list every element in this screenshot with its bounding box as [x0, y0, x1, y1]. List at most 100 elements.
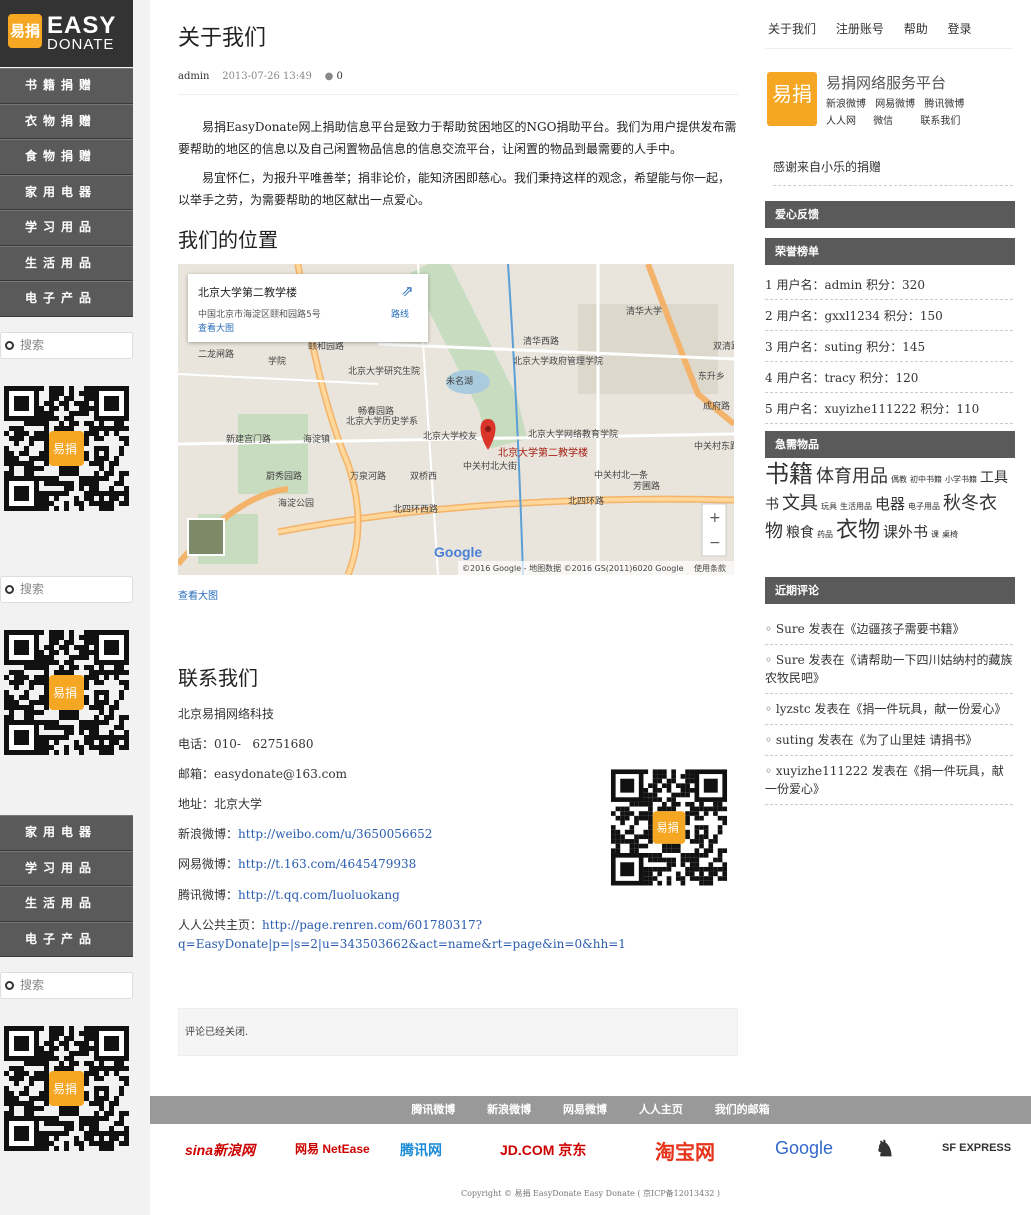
zoom-out-button[interactable]: − — [709, 535, 721, 551]
tencent-link[interactable]: http://t.qq.com/luoluokang — [238, 888, 400, 902]
tag-link[interactable]: 衣物 — [836, 518, 880, 543]
wechat-share[interactable]: 微信 — [873, 116, 893, 127]
search-input[interactable]: 搜索 — [0, 576, 133, 603]
tag-link[interactable]: 小学书籍 — [945, 475, 977, 484]
search-input[interactable]: 搜索 — [0, 972, 133, 999]
renren-row: 人人公共主页：http://page.renren.com/601780317? — [178, 918, 483, 932]
divider — [178, 94, 738, 95]
rank-item: 1 用户名：admin 积分：320 — [765, 276, 1013, 300]
nav-register[interactable]: 注册账号 — [836, 22, 884, 36]
netease-link[interactable]: http://t.163.com/4645479938 — [238, 857, 416, 871]
map-pin-label: 北京大学第二教学楼 — [498, 446, 588, 459]
rank-item: 5 用户名：xuyizhe111222 积分：110 — [765, 400, 1013, 424]
google-logo[interactable]: Google — [775, 1138, 833, 1159]
view-larger-map-link[interactable]: 查看大图 — [178, 587, 218, 602]
nav-help[interactable]: 帮助 — [904, 22, 928, 36]
qq-logo[interactable]: 腾讯网 — [400, 1140, 442, 1160]
renren-row-cont: q=EasyDonate|p=|s=2|u=343503662&act=name… — [178, 937, 626, 951]
footer-link-email[interactable]: 我们的邮箱 — [715, 1103, 770, 1116]
menu-item-clothes[interactable]: 衣物捐赠 — [0, 103, 133, 139]
menu-item-appliances[interactable]: 家用电器 — [0, 815, 133, 851]
tag-link[interactable]: 生活用品 — [840, 502, 872, 511]
recent-comment-item[interactable]: ◦ suting 发表在《为了山里娃 请捐书》 — [765, 725, 1013, 756]
menu-item-study[interactable]: 学习用品 — [0, 210, 133, 246]
nav-about[interactable]: 关于我们 — [768, 22, 816, 36]
map-label: 新建宫门路 — [226, 433, 271, 445]
menu-item-food[interactable]: 食物捐赠 — [0, 139, 133, 175]
menu-item-electronics[interactable]: 电子产品 — [0, 281, 133, 317]
post-meta: admin 2013-07-26 13:49 ● 0 — [178, 71, 343, 82]
map-label: 中关村北一条 — [594, 469, 648, 481]
directions-icon[interactable]: ⇗ — [401, 282, 414, 300]
netease-share[interactable]: 网易微博 — [875, 99, 915, 110]
menu-item-books[interactable]: 书籍捐赠 — [0, 68, 133, 104]
top-nav: 关于我们 注册账号 帮助 登录 — [768, 20, 988, 37]
zoom-in-button[interactable]: + — [709, 510, 721, 526]
tag-link[interactable]: 粮食 — [786, 525, 814, 541]
sf-logo[interactable]: SF EXPRESS — [942, 1142, 1011, 1154]
share-links: 新浪微博 网易微博 腾讯微博 人人网 微信 联系我们 — [826, 96, 1016, 130]
tag-link[interactable]: 课 — [931, 530, 939, 539]
sina-link[interactable]: http://weibo.com/u/3650056652 — [238, 827, 432, 841]
menu-item-study[interactable]: 学习用品 — [0, 850, 133, 886]
tag-link[interactable]: 课外书 — [883, 523, 928, 541]
post-author[interactable]: admin — [178, 71, 209, 82]
tencent-share[interactable]: 腾讯微博 — [924, 99, 964, 110]
location-heading: 我们的位置 — [178, 228, 278, 252]
google-map[interactable]: 清华大学 北京大学政府管理学院 北京大学研究生院 未名湖 畅春园路 北京大学历史学系 北京大… — [178, 264, 734, 575]
contact-share[interactable]: 联系我们 — [920, 116, 960, 127]
tag-link[interactable]: 电子用品 — [908, 502, 940, 511]
sina-logo[interactable]: sina新浪网 — [185, 1140, 255, 1160]
directions-link[interactable]: 路线 — [391, 307, 409, 320]
taobao-logo[interactable]: 淘宝网 — [655, 1136, 715, 1165]
tag-link[interactable]: 初中书籍 — [910, 475, 942, 484]
map-label: 未名湖 — [446, 375, 473, 387]
recent-comment-item[interactable]: ◦ Sure 发表在《请帮助一下四川姑纳村的藏族农牧民吧》 — [765, 645, 1013, 694]
tag-link[interactable]: 文具 — [782, 493, 818, 514]
honor-header: 荣誉榜单 — [765, 238, 1015, 265]
netease-logo[interactable]: 网易 NetEase — [295, 1140, 370, 1157]
divider — [765, 48, 1013, 49]
nav-login[interactable]: 登录 — [948, 22, 972, 36]
sina-row: 新浪微博：http://weibo.com/u/3650056652 — [178, 827, 433, 841]
map-label: 北京大学校友 — [423, 430, 477, 442]
map-label: 二龙闸路 — [198, 348, 234, 360]
search-icon — [5, 981, 14, 990]
map-label: 双清路 — [713, 340, 734, 352]
renren-share[interactable]: 人人网 — [826, 116, 856, 127]
renren-link-cont[interactable]: q=EasyDonate|p=|s=2|u=343503662&act=name… — [178, 937, 626, 951]
map-terms-link[interactable]: 使用条款 — [694, 563, 726, 573]
comment-count[interactable]: 0 — [337, 71, 343, 82]
tag-link[interactable]: 体育用品 — [816, 466, 888, 487]
search-icon — [5, 341, 14, 350]
footer-link-tencent[interactable]: 腾讯微博 — [411, 1103, 455, 1116]
weibo-share[interactable]: 新浪微博 — [826, 99, 866, 110]
map-card-link[interactable]: 查看大图 — [198, 321, 234, 334]
menu-item-daily[interactable]: 生活用品 — [0, 245, 133, 281]
jd-logo[interactable]: JD.COM 京东 — [500, 1140, 586, 1160]
footer-link-netease[interactable]: 网易微博 — [563, 1103, 607, 1116]
tag-link[interactable]: 书籍 — [765, 460, 813, 488]
search-input[interactable]: 搜索 — [0, 332, 133, 359]
recent-comment-item[interactable]: ◦ lyzstc 发表在《捐一件玩具，献一份爱心》 — [765, 694, 1013, 725]
feedback-header[interactable]: 爱心反馈 — [765, 201, 1015, 228]
tag-link[interactable]: 玩具 — [821, 502, 837, 511]
tag-link[interactable]: 药品 — [817, 530, 833, 539]
recent-comment-item[interactable]: ◦ Sure 发表在《边疆孩子需要书籍》 — [765, 614, 1013, 645]
satellite-toggle[interactable] — [187, 518, 225, 556]
menu-item-appliances[interactable]: 家用电器 — [0, 174, 133, 210]
footer-link-renren[interactable]: 人人主页 — [639, 1103, 683, 1116]
tag-link[interactable]: 电器 — [875, 495, 905, 513]
menu-item-daily[interactable]: 生活用品 — [0, 886, 133, 922]
footer-link-sina[interactable]: 新浪微博 — [487, 1103, 531, 1116]
site-logo[interactable]: 易捐 EASY DONATE — [0, 0, 133, 67]
menu-item-electronics[interactable]: 电子产品 — [0, 921, 133, 957]
recent-comment-item[interactable]: ◦ xuyizhe111222 发表在《捐一件玩具，献一份爱心》 — [765, 756, 1013, 805]
platform-title: 易捐网络服务平台 — [826, 74, 947, 92]
tag-link[interactable]: 桌椅 — [942, 530, 958, 539]
horse-logo-icon[interactable]: ♞ — [875, 1136, 895, 1162]
tag-link[interactable]: 偶教 — [891, 475, 907, 484]
map-copyright: ©2016 Google - 地图数据 ©2016 GS(2011)6020 G… — [462, 563, 684, 573]
phone-row: 电话：010- 62751680 — [178, 737, 314, 751]
renren-link[interactable]: http://page.renren.com/601780317? — [262, 918, 482, 932]
